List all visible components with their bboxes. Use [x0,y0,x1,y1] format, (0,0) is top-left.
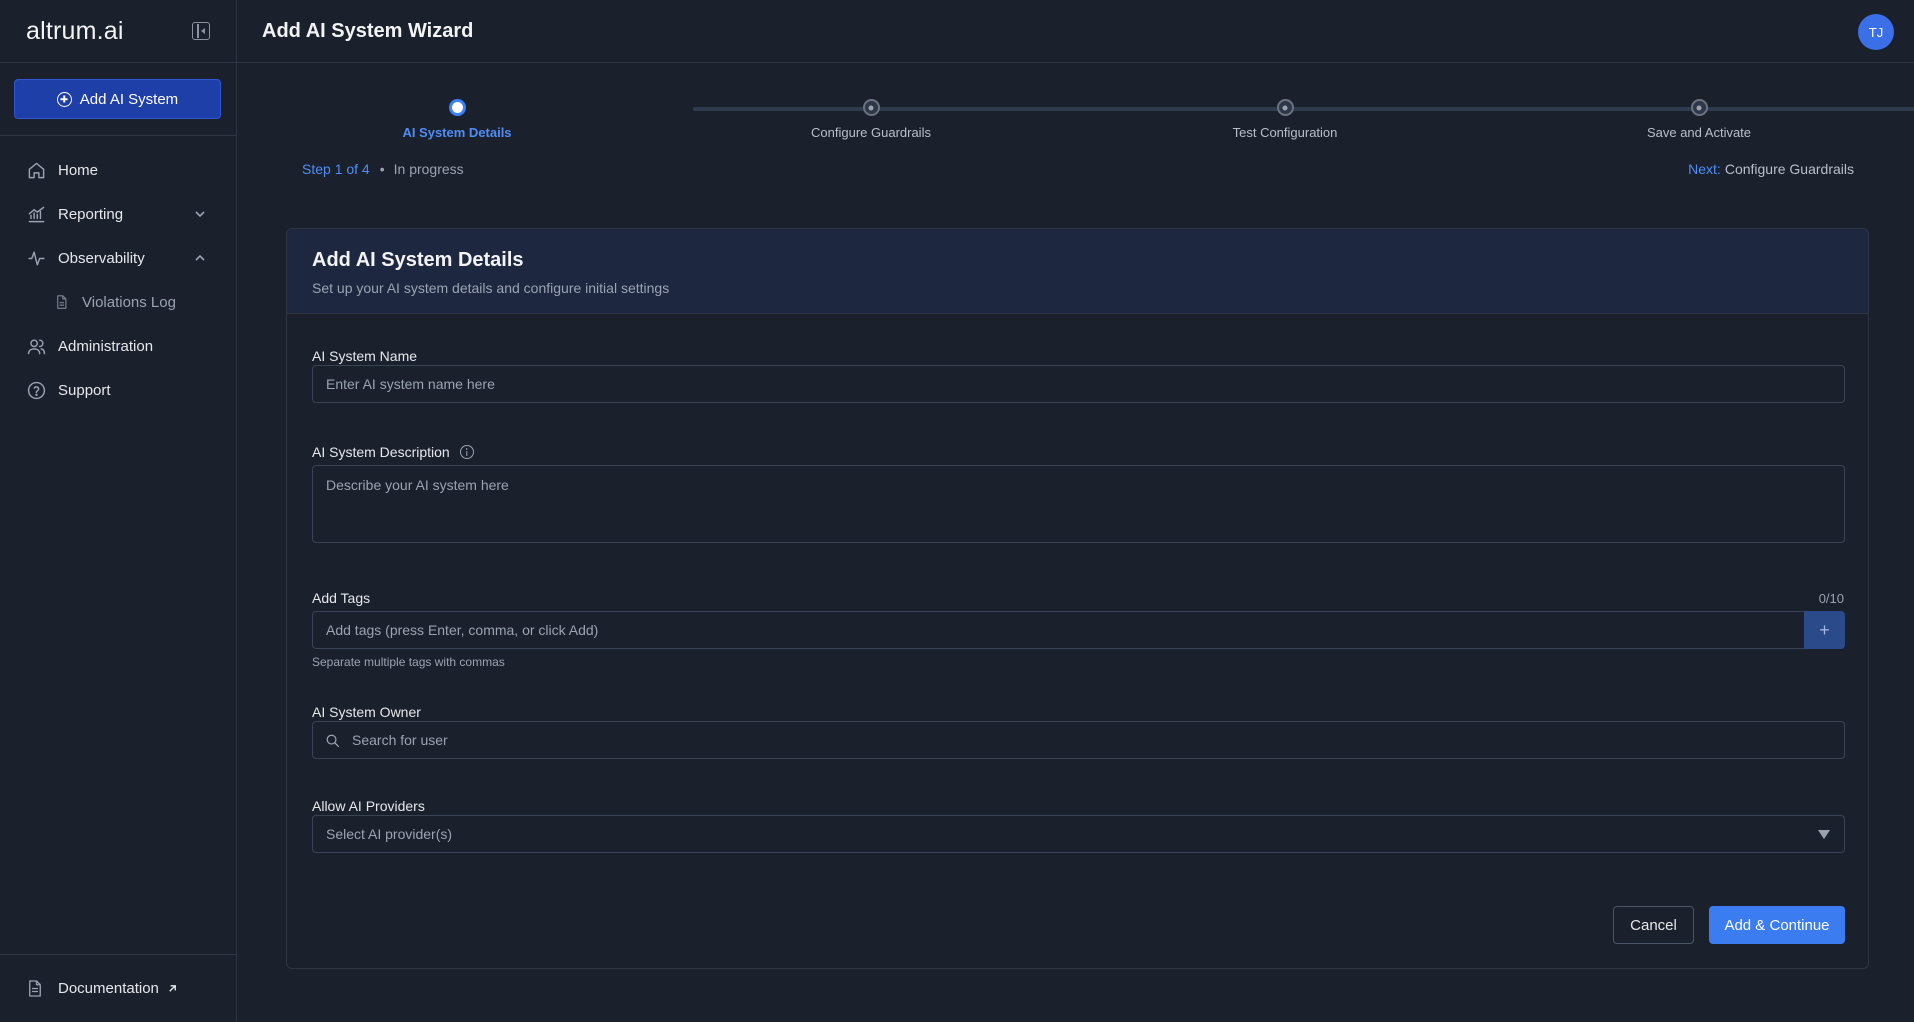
document-icon [26,979,46,999]
sidebar-item-label: Home [58,161,99,179]
step-configure-guardrails[interactable]: Configure Guardrails [771,99,971,140]
step-indicator [448,99,466,116]
documentation-label: Documentation [58,980,159,997]
tags-input[interactable]: Add tags (press Enter, comma, or click A… [312,611,1806,649]
chart-icon [26,204,46,224]
sidebar-item-observability[interactable]: Observability [0,236,236,280]
system-name-placeholder: Enter AI system name here [326,376,495,392]
activity-icon [26,248,46,268]
sidebar-item-label: Violations Log [82,293,176,311]
card-title: Add AI System Details [312,249,524,271]
details-card: Add AI System Details Set up your AI sys… [286,228,1869,969]
description-label: AI System Description [312,444,474,460]
chevron-down-icon[interactable] [194,207,206,224]
document-icon [54,294,70,310]
sidebar-item-label: Reporting [58,205,124,223]
cancel-button[interactable]: Cancel [1613,906,1694,944]
step-label: Configure Guardrails [811,125,931,140]
add-continue-button[interactable]: Add & Continue [1709,906,1845,944]
sidebar-item-label: Administration [58,337,154,355]
plus-circle-icon [56,91,72,107]
users-icon [26,336,46,356]
dropdown-arrow-icon [1818,830,1830,839]
step-count: Step 1 of 4 [302,161,370,177]
tags-hint: Separate multiple tags with commas [312,655,505,669]
next-step-name: Configure Guardrails [1724,161,1854,177]
documentation-link[interactable]: Documentation [0,954,236,1022]
separator-dot: • [379,161,385,177]
name-label: AI System Name [312,348,418,364]
system-name-input[interactable]: Enter AI system name here [312,365,1845,403]
step-test-configuration[interactable]: Test Configuration [1185,99,1385,140]
providers-placeholder: Select AI provider(s) [326,826,453,842]
sidebar-item-label: Support [58,381,111,399]
help-circle-icon [26,380,46,400]
card-header: Add AI System Details Set up your AI sys… [287,229,1868,314]
tags-placeholder: Add tags (press Enter, comma, or click A… [326,622,599,638]
step-label: Save and Activate [1646,125,1752,140]
home-icon [26,160,46,180]
sidebar: altrum.ai Add AI System Home Reporting O… [0,0,237,1022]
description-label-text: AI System Description [312,444,450,460]
description-placeholder: Describe your AI system here [326,477,509,493]
sidebar-collapse-icon[interactable] [192,22,210,40]
step-indicator [1276,99,1294,116]
sidebar-item-reporting[interactable]: Reporting [0,192,236,236]
tags-label: Add Tags [312,590,371,606]
next-label: Next: [1688,161,1721,177]
sidebar-item-home[interactable]: Home [0,148,236,192]
add-system-section: Add AI System [0,63,236,136]
step-indicator [862,99,880,116]
sidebar-header: altrum.ai [0,0,236,63]
step-label: Test Configuration [1232,125,1338,140]
sidebar-item-label: Observability [58,249,145,267]
external-link-icon [167,983,178,994]
add-tag-button[interactable]: + [1804,611,1845,649]
providers-label: Allow AI Providers [312,798,425,814]
sidebar-nav: Home Reporting Observability Violations … [0,136,236,412]
search-icon [325,733,340,748]
tags-count: 0/10 [1818,591,1844,606]
step-status: In progress [393,161,464,177]
owner-search-input[interactable]: Search for user [312,721,1845,759]
next-step: Next: Configure Guardrails [1688,161,1854,177]
page-title: Add AI System Wizard [262,19,474,42]
step-progress: Step 1 of 4 • In progress [302,161,464,177]
step-indicator [1690,99,1708,116]
sidebar-item-administration[interactable]: Administration [0,324,236,368]
add-ai-system-label: Add AI System [79,90,179,108]
sidebar-item-violations-log[interactable]: Violations Log [0,280,236,324]
card-subtitle: Set up your AI system details and config… [312,280,670,296]
description-textarea[interactable]: Describe your AI system here [312,465,1845,543]
step-label: AI System Details [402,125,512,140]
avatar[interactable]: TJ [1858,14,1894,50]
add-ai-system-button[interactable]: Add AI System [14,79,221,119]
owner-label: AI System Owner [312,704,421,720]
wizard-stepper: AI System Details Configure Guardrails T… [237,63,1914,188]
providers-select[interactable]: Select AI provider(s) [312,815,1845,853]
logo: altrum.ai [26,16,124,45]
top-bar: Add AI System Wizard TJ [237,0,1914,63]
info-icon[interactable] [459,445,474,459]
step-save-and-activate[interactable]: Save and Activate [1599,99,1799,140]
owner-placeholder: Search for user [352,732,448,748]
chevron-up-icon[interactable] [194,251,206,268]
sidebar-item-support[interactable]: Support [0,368,236,412]
step-ai-system-details[interactable]: AI System Details [357,99,557,140]
